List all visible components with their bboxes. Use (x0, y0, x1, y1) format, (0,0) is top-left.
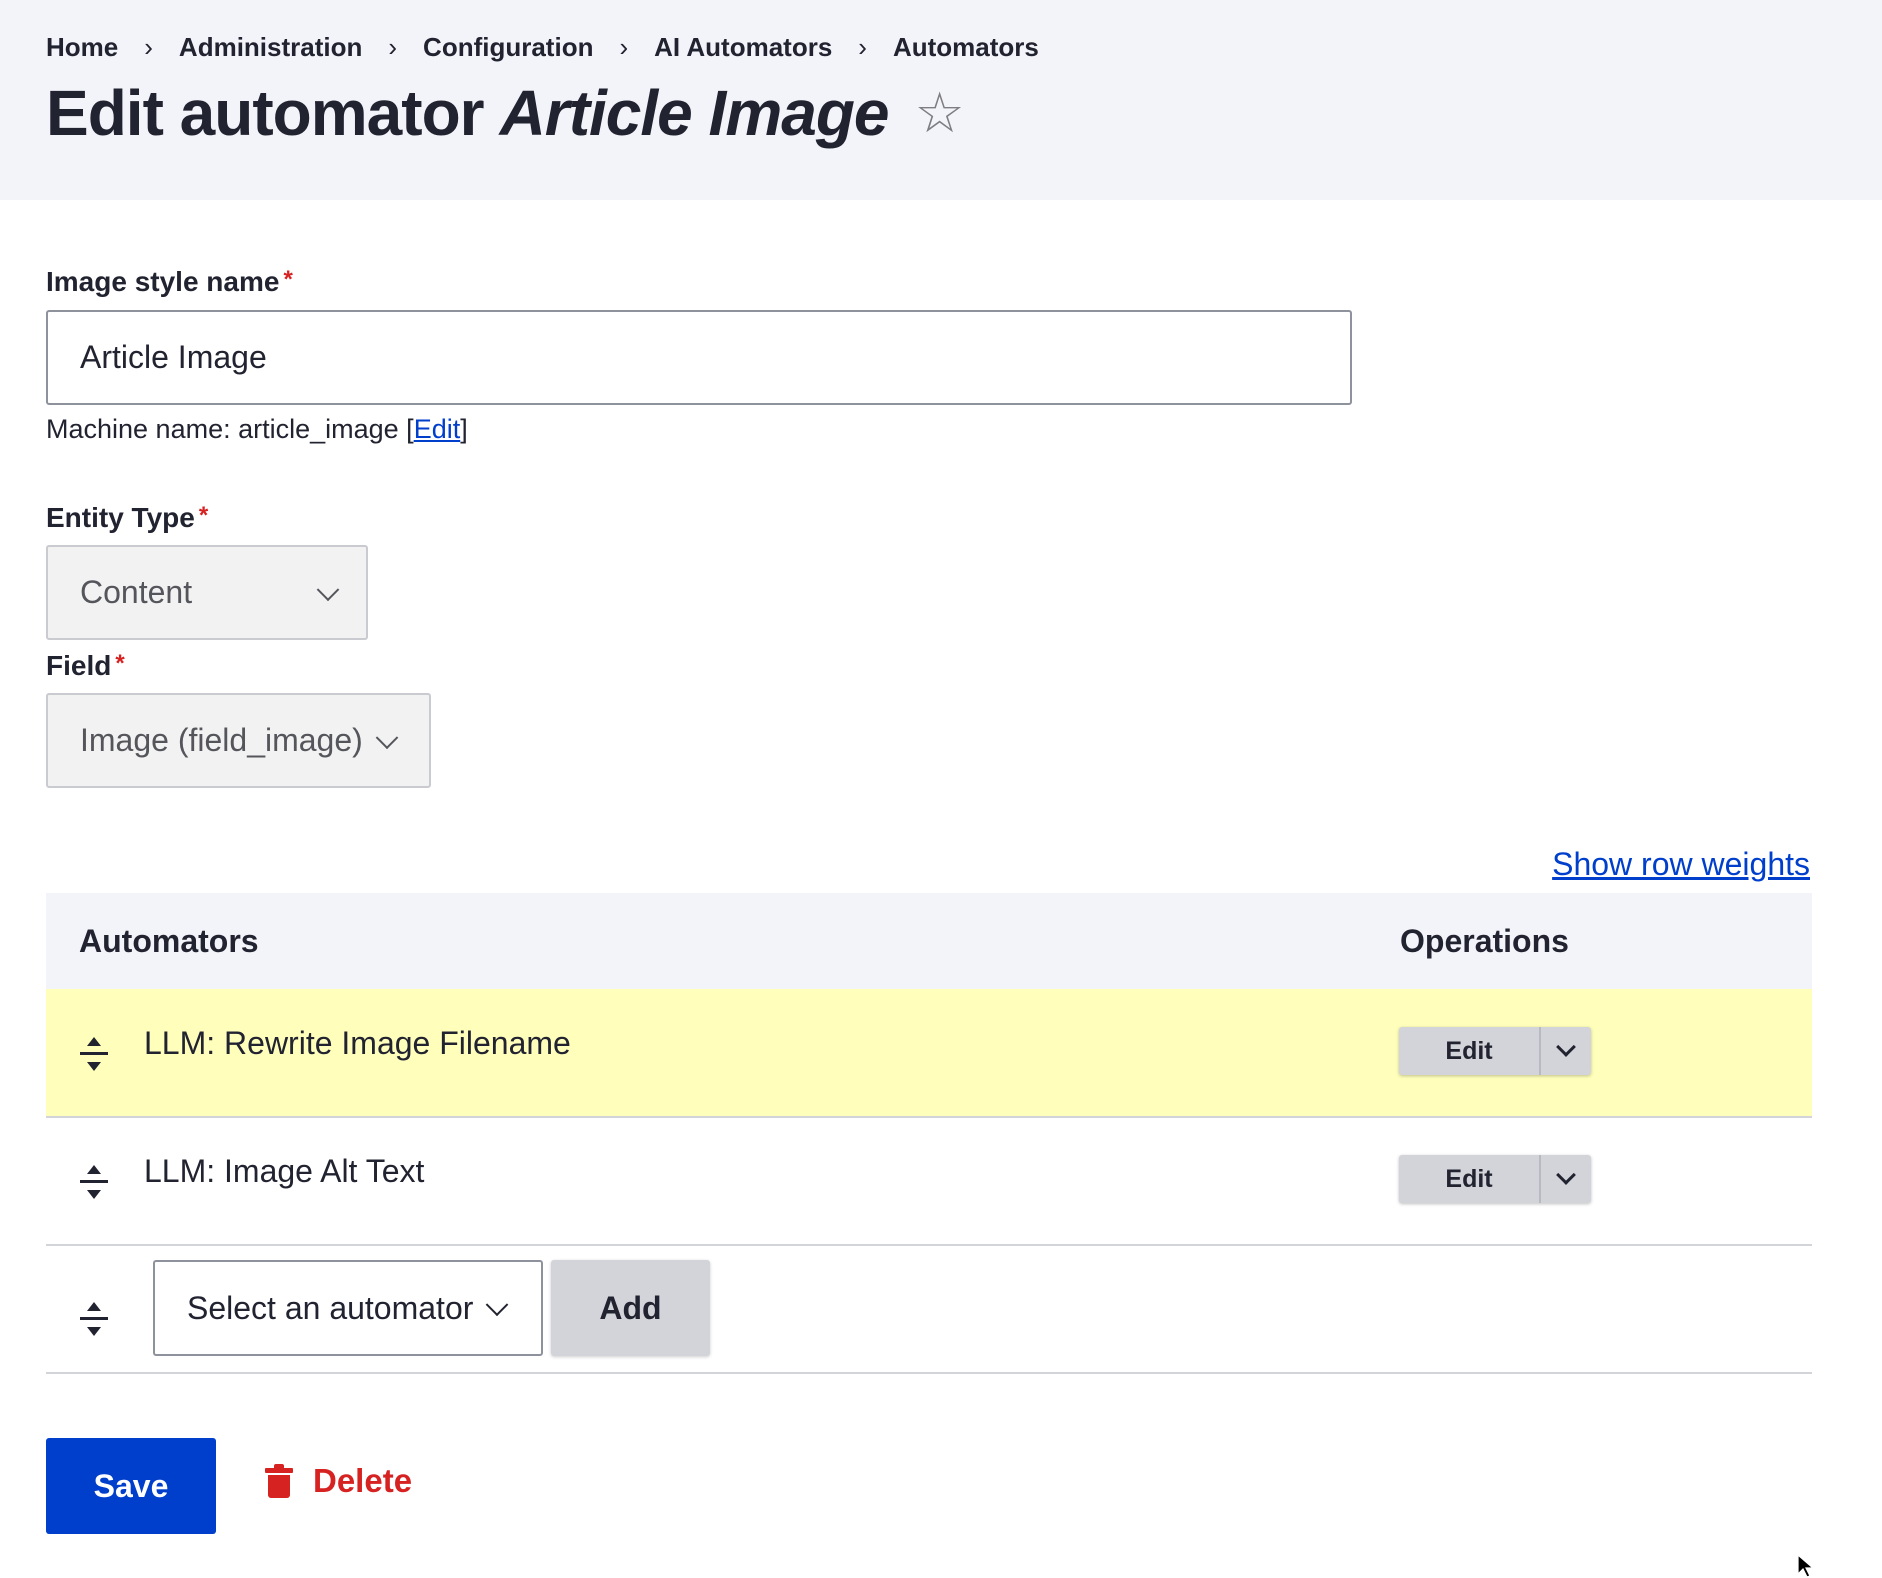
required-mark: * (198, 502, 209, 529)
breadcrumb-separator: › (144, 32, 153, 62)
field-label-text: Field (46, 650, 112, 681)
edit-button[interactable]: Edit (1399, 1027, 1541, 1075)
table-header: Automators Operations (46, 893, 1812, 989)
breadcrumb: Home › Administration › Configuration › … (46, 32, 1039, 63)
edit-button[interactable]: Edit (1399, 1155, 1541, 1203)
breadcrumb-separator: › (388, 32, 398, 62)
column-header-operations: Operations (1400, 923, 1569, 959)
mouse-cursor-icon (1797, 1554, 1815, 1578)
delete-label: Delete (313, 1462, 413, 1499)
operations-dropbutton: Edit (1399, 1155, 1591, 1203)
dropbutton-toggle[interactable] (1541, 1155, 1591, 1203)
chevron-down-icon (316, 577, 340, 601)
breadcrumb-administration[interactable]: Administration (179, 32, 362, 63)
machine-name: Machine name: article_image [Edit] (46, 414, 468, 445)
image-style-label: Image style name * (46, 266, 293, 298)
image-style-label-text: Image style name (46, 266, 280, 297)
chevron-down-icon (375, 725, 399, 749)
required-mark: * (283, 266, 293, 293)
machine-name-edit-link[interactable]: Edit (414, 414, 461, 444)
column-header-automators: Automators (79, 923, 259, 959)
table-row-add: Select an automator Add (46, 1246, 1812, 1374)
automator-name: LLM: Rewrite Image Filename (144, 1025, 571, 1061)
breadcrumb-separator: › (619, 32, 629, 62)
field-value: Image (field_image) (80, 722, 363, 758)
page-title: Edit automator Article Image ☆ (46, 76, 965, 150)
entity-type-value: Content (80, 574, 193, 610)
field-label: Field * (46, 650, 125, 682)
breadcrumb-automators[interactable]: Automators (893, 32, 1039, 63)
breadcrumb-separator: › (858, 32, 867, 62)
breadcrumb-configuration[interactable]: Configuration (423, 32, 593, 63)
automators-table: Automators Operations LLM: Rewrite Image… (46, 893, 1812, 1374)
automator-name: LLM: Image Alt Text (144, 1153, 425, 1189)
required-mark: * (115, 650, 125, 677)
chevron-down-icon (1556, 1165, 1576, 1185)
field-select[interactable]: Image (field_image) (46, 693, 431, 788)
delete-link[interactable]: Delete (265, 1462, 412, 1500)
breadcrumb-home[interactable]: Home (46, 32, 118, 63)
entity-type-label-text: Entity Type (46, 502, 195, 533)
add-button[interactable]: Add (551, 1260, 710, 1356)
page-title-name: Article Image (499, 77, 890, 149)
save-button[interactable]: Save (46, 1438, 216, 1534)
machine-name-suffix: ] (460, 414, 468, 444)
trash-icon (265, 1464, 293, 1498)
chevron-down-icon (485, 1293, 509, 1317)
drag-handle-icon[interactable] (80, 1165, 108, 1199)
operations-dropbutton: Edit (1399, 1027, 1591, 1075)
drag-handle-icon[interactable] (80, 1302, 108, 1336)
star-icon[interactable]: ☆ (915, 80, 965, 146)
machine-name-prefix: Machine name: article_image [ (46, 414, 414, 444)
entity-type-label: Entity Type * (46, 502, 208, 534)
drag-handle-icon[interactable] (80, 1037, 108, 1071)
image-style-name-input[interactable] (46, 310, 1352, 405)
table-row: LLM: Rewrite Image Filename Edit (46, 989, 1812, 1118)
entity-type-select[interactable]: Content (46, 545, 368, 640)
page-header: Home › Administration › Configuration › … (0, 0, 1882, 200)
automator-select[interactable]: Select an automator (153, 1260, 543, 1356)
dropbutton-toggle[interactable] (1541, 1027, 1591, 1075)
chevron-down-icon (1556, 1037, 1576, 1057)
page-title-prefix: Edit automator (46, 77, 485, 149)
breadcrumb-ai-automators[interactable]: AI Automators (654, 32, 832, 63)
automator-select-value: Select an automator (187, 1289, 474, 1326)
table-row: LLM: Image Alt Text Edit (46, 1118, 1812, 1246)
show-row-weights-link[interactable]: Show row weights (1552, 846, 1810, 883)
